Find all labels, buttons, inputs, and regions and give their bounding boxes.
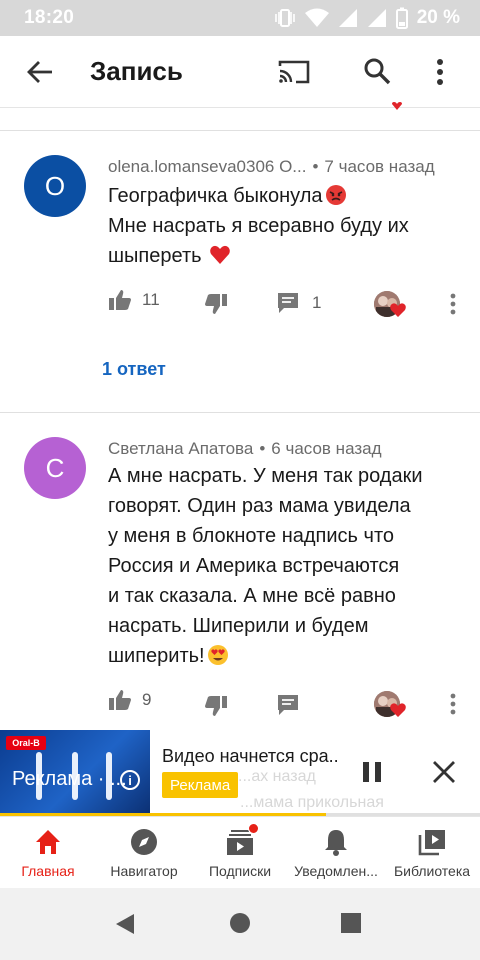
page-title: Запись: [90, 56, 183, 86]
comment-card: O olena.lomanseva0306 O... • 7 часов назад…: [0, 131, 480, 411]
comment-time: 6 часов назад: [271, 439, 382, 458]
partial-heart-icon: [392, 102, 402, 110]
compass-icon: [129, 827, 159, 857]
recents-square-icon[interactable]: [340, 912, 362, 934]
more-vert-icon[interactable]: [450, 693, 456, 715]
signal-icon: [338, 8, 358, 28]
comment-line: шыпереть: [108, 245, 202, 267]
comment-line: А мне насрать. У меня так родаки: [108, 465, 423, 487]
heart-eyes-emoji: [207, 644, 229, 666]
nav-label: Подписки: [208, 863, 272, 879]
thumb-down-icon: [204, 695, 228, 717]
nav-item-explore[interactable]: Навигатор: [96, 827, 192, 879]
close-icon[interactable]: [432, 760, 456, 784]
mini-player[interactable]: Oral-B Реклама · ... i ...ах назад ...ма…: [0, 730, 480, 816]
bottom-nav: Главная Навигатор Подписки Уведомлен... …: [0, 816, 480, 888]
notification-dot: [248, 823, 259, 834]
status-icons: 20 %: [274, 6, 460, 30]
creator-heart-badge: [374, 291, 408, 321]
comment-icon: [276, 291, 300, 315]
nav-item-notifications[interactable]: Уведомлен...: [288, 827, 384, 879]
subscriptions-icon: [225, 823, 259, 857]
comment-author[interactable]: Светлана Апатова: [108, 439, 253, 458]
signal-icon: [367, 8, 387, 28]
nav-label: Навигатор: [110, 863, 178, 879]
bell-icon: [321, 827, 351, 857]
thumb-down-icon: [204, 293, 228, 315]
ad-thumbnail[interactable]: Oral-B Реклама · ... i: [0, 730, 150, 816]
reply-button[interactable]: 1: [276, 291, 321, 315]
comment-meta: Светлана Апатова • 6 часов назад: [108, 439, 382, 458]
thumb-up-icon: [108, 689, 132, 711]
mini-player-title[interactable]: Видео начнется сра..: [162, 746, 339, 767]
more-vert-icon[interactable]: [450, 293, 456, 315]
like-count: 11: [142, 290, 160, 309]
pause-icon[interactable]: [360, 760, 384, 784]
angry-face-emoji: [325, 184, 347, 206]
comment-line: и так сказала. А мне всё равно: [108, 585, 396, 607]
library-icon: [417, 827, 447, 857]
reply-count: 1: [312, 293, 322, 312]
more-vert-icon[interactable]: [436, 58, 444, 86]
comment-text: А мне насрать. У меня так родаки говорят…: [108, 461, 458, 671]
comment-text: Географичка быконула Мне насрать я всера…: [108, 181, 458, 271]
home-circle-icon[interactable]: [229, 912, 251, 934]
thumbnail-ad-label: Реклама · ...: [12, 768, 127, 790]
reply-button[interactable]: [276, 693, 300, 717]
heart-icon: [390, 303, 406, 317]
nav-label: Уведомлен...: [294, 863, 378, 879]
battery-percent: 20 %: [416, 7, 460, 28]
like-button[interactable]: 9: [108, 689, 151, 711]
search-icon[interactable]: [362, 56, 392, 86]
avatar-letter: C: [45, 452, 65, 483]
comment-line: говорят. Один раз мама увидела: [108, 495, 411, 517]
avatar[interactable]: O: [24, 155, 86, 217]
avatar[interactable]: C: [24, 437, 86, 499]
back-triangle-icon[interactable]: [114, 912, 138, 936]
status-bar: 18:20 20 %: [0, 0, 480, 36]
dislike-button[interactable]: [204, 695, 228, 717]
info-icon[interactable]: i: [120, 770, 140, 790]
creator-heart-badge: [374, 691, 408, 721]
avatar-letter: O: [44, 170, 66, 201]
view-replies-link[interactable]: 1 ответ: [102, 359, 166, 380]
comment-icon: [276, 693, 300, 717]
background-text: ...ах назад: [238, 768, 316, 785]
nav-label: Главная: [21, 863, 75, 879]
nav-label: Библиотека: [393, 863, 471, 879]
comment-meta: olena.lomanseva0306 O... • 7 часов назад: [108, 157, 435, 176]
dislike-button[interactable]: [204, 293, 228, 315]
comment-line: Мне насрать я всеравно буду их: [108, 215, 409, 237]
heart-icon: [390, 703, 406, 717]
nav-item-library[interactable]: Библиотека: [384, 827, 480, 879]
brand-logo: Oral-B: [6, 736, 46, 750]
red-heart-emoji: [209, 244, 231, 266]
thumb-up-icon: [108, 289, 132, 311]
comment-line: шиперить!: [108, 645, 205, 667]
battery-icon: [395, 7, 408, 29]
cast-icon[interactable]: [276, 58, 312, 86]
comment-card: C Светлана Апатова • 6 часов назад А мне н…: [0, 413, 480, 731]
status-time: 18:20: [24, 7, 75, 28]
comment-time: 7 часов назад: [324, 157, 435, 176]
comment-line: у меня в блокноте надпись что: [108, 525, 395, 547]
wifi-icon: [304, 8, 329, 28]
comment-author[interactable]: olena.lomanseva0306 O...: [108, 157, 306, 176]
like-button[interactable]: 11: [108, 289, 160, 311]
nav-item-subscriptions[interactable]: Подписки: [192, 823, 288, 879]
background-text: ...мама прикольная: [240, 794, 384, 811]
app-bar: Запись: [0, 36, 480, 108]
comment-line: насрать. Шиперили и будем: [108, 615, 369, 637]
vibrate-icon: [274, 8, 296, 28]
comment-line: Географичка быконула: [108, 185, 323, 207]
back-arrow-icon[interactable]: [26, 60, 54, 84]
comment-line: Россия и Америка встречаются: [108, 555, 400, 577]
nav-item-home[interactable]: Главная: [0, 827, 96, 879]
like-count: 9: [142, 690, 152, 709]
ad-badge: Реклама: [162, 772, 239, 798]
system-nav-bar: [0, 888, 480, 960]
home-icon: [33, 827, 63, 857]
